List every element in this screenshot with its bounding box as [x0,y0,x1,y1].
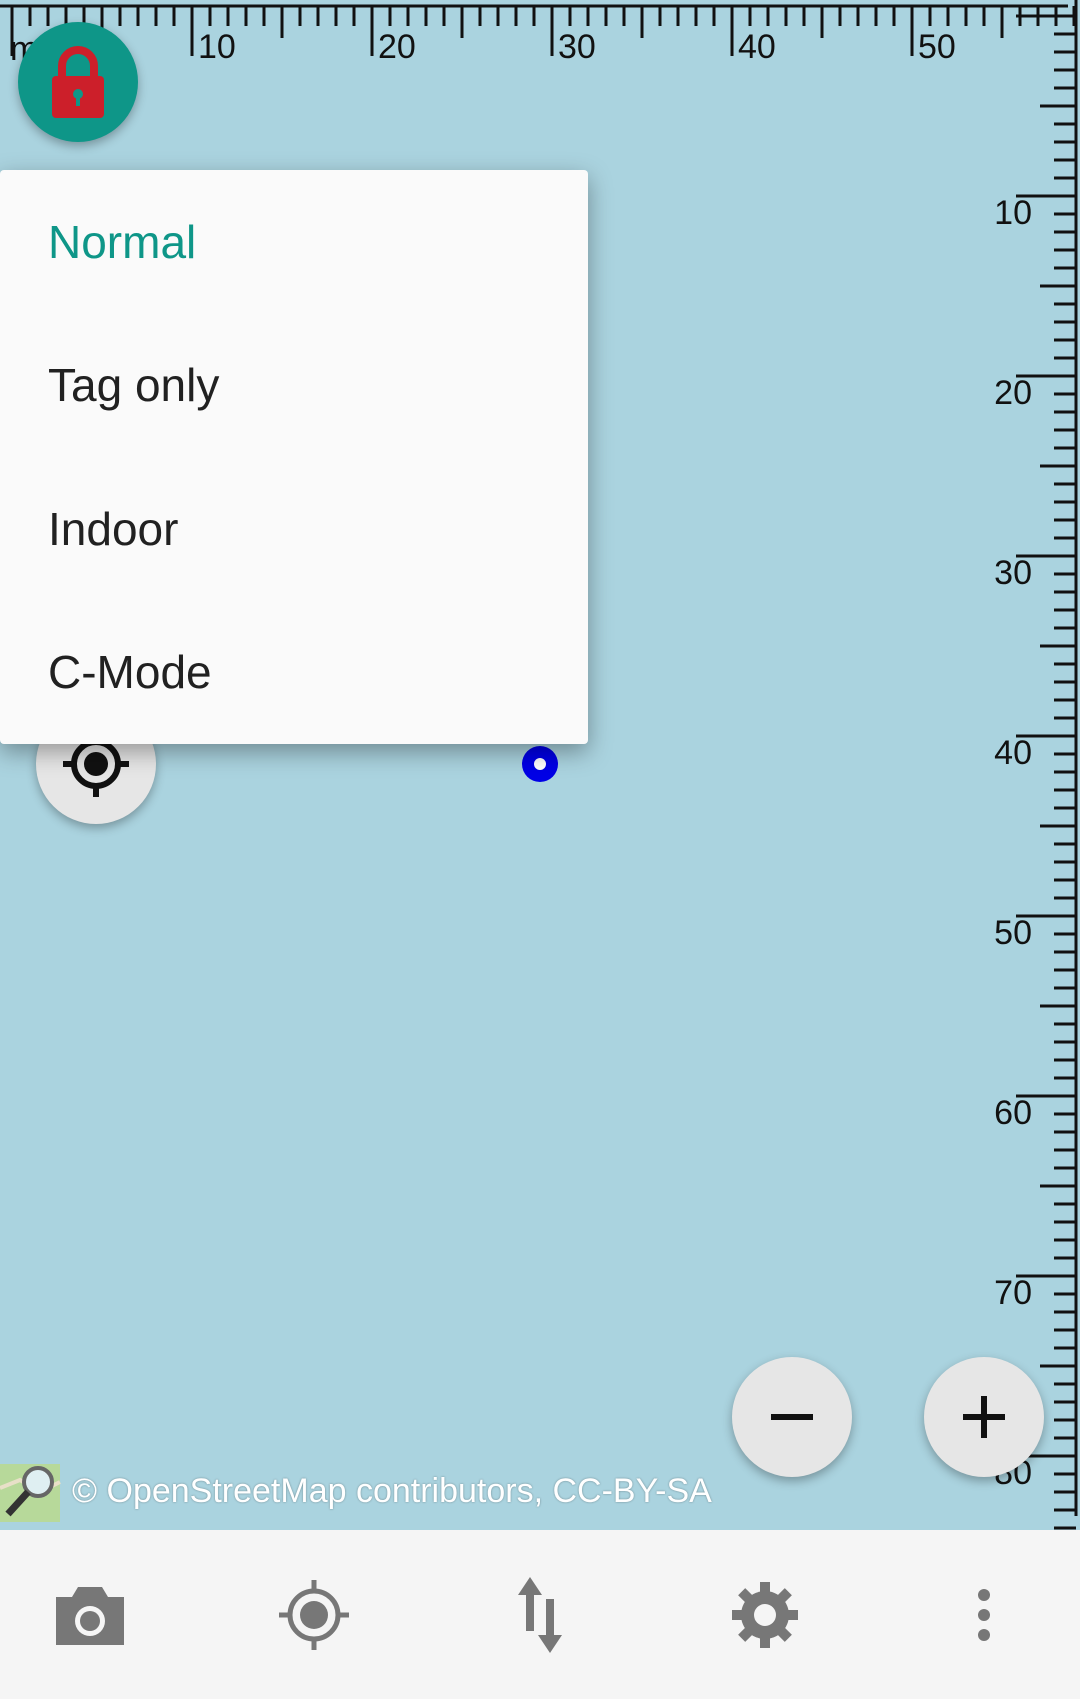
ruler-top-label: 20 [378,28,416,66]
menu-item-indoor[interactable]: Indoor [0,457,588,601]
bottom-toolbar [0,1530,1080,1699]
osm-magnifier-icon [0,1464,61,1522]
ruler-top-label: 10 [198,28,236,66]
ruler-right-label: 10 [994,194,1032,232]
ruler-top-label: 40 [738,28,776,66]
menu-item-normal[interactable]: Normal [0,170,588,314]
ruler-right-label: 40 [994,734,1032,772]
camera-button[interactable] [30,1530,150,1699]
zoom-in-button[interactable] [924,1357,1044,1477]
menu-item-tag-only[interactable]: Tag only [0,314,588,458]
ruler-right-label: 20 [994,374,1032,412]
camera-icon [56,1586,124,1645]
settings-button[interactable] [705,1530,825,1699]
gps-icon [279,1579,349,1650]
transfer-icon [518,1576,562,1653]
settings-icon [732,1581,798,1648]
ruler-top-label: 50 [918,28,956,66]
lock-icon [52,46,104,118]
ruler-right-label: 50 [994,914,1032,952]
attribution-text: © OpenStreetMap contributors, CC-BY-SA [72,1471,712,1510]
menu-item-c-mode[interactable]: C-Mode [0,601,588,745]
ruler-right-label: 60 [994,1094,1032,1132]
gps-button[interactable] [254,1530,374,1699]
current-position-marker [522,746,558,782]
ruler-right-label: 70 [994,1274,1032,1312]
mode-popup-menu: Normal Tag only Indoor C-Mode [0,170,588,744]
overflow-menu-button[interactable] [924,1530,1044,1699]
transfer-button[interactable] [480,1530,600,1699]
map-view[interactable]: m 10 20 30 40 50 10 20 30 40 50 60 70 80 [0,0,1080,1530]
map-attribution[interactable]: © OpenStreetMap contributors, CC-BY-SA [0,1456,712,1526]
ruler-top-label: 30 [558,28,596,66]
plus-icon [963,1396,1005,1438]
minus-icon [771,1414,813,1420]
more-vert-icon [978,1588,990,1641]
zoom-out-button[interactable] [732,1357,852,1477]
ruler-right-label: 30 [994,554,1032,592]
lock-button[interactable] [18,22,138,142]
